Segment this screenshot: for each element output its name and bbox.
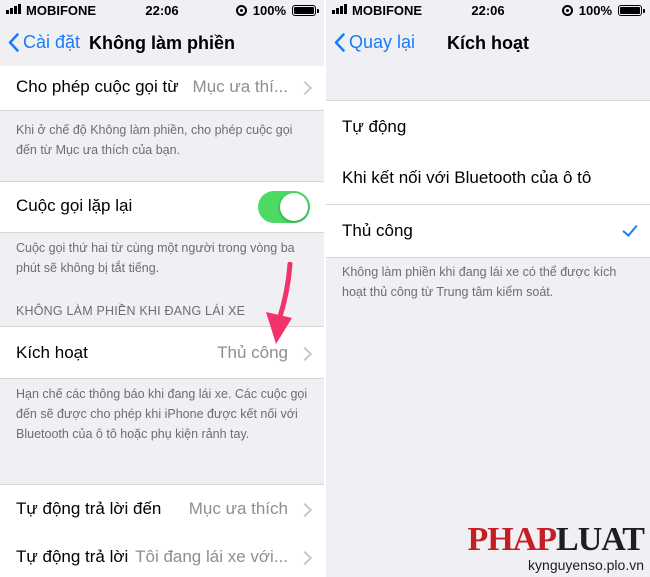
repeated-calls-label: Cuộc gọi lặp lại: [16, 196, 133, 215]
right-screen: MOBIFONE 22:06 100% Quay lại Kích hoạt T…: [326, 0, 650, 577]
allow-calls-label: Cho phép cuộc gọi từ: [16, 77, 179, 96]
auto-reply-to-label: Tự động trả lời đến: [16, 499, 162, 518]
nav-bar: Cài đặt Không làm phiền: [0, 22, 324, 66]
checkmark-icon: [622, 221, 638, 237]
watermark-logo-part: PHAP: [467, 521, 558, 558]
chevron-right-icon: [297, 80, 313, 96]
activate-footer: Hạn chế các thông báo khi đang lái xe. C…: [16, 387, 308, 441]
option-bluetooth[interactable]: Khi kết nối với Bluetooth của ô tô: [326, 153, 650, 205]
watermark-logo-part: LUAT: [556, 521, 645, 558]
driving-section-header: KHÔNG LÀM PHIỀN KHI ĐANG LÁI XE: [16, 304, 246, 318]
battery-icon: [292, 5, 319, 16]
activate-value: Thủ công: [217, 343, 288, 362]
repeated-calls-row: Cuộc gọi lặp lại: [0, 181, 324, 233]
allow-calls-footer: Khi ở chế độ Không làm phiền, cho phép c…: [16, 123, 293, 157]
option-label: Khi kết nối với Bluetooth của ô tô: [342, 168, 592, 187]
pink-arrow-annotation-icon: [266, 262, 293, 344]
battery-percent: 100%: [252, 3, 286, 18]
auto-reply-row[interactable]: Tự động trả lời Tôi đang lái xe với...: [0, 533, 324, 577]
nav-bar: Quay lại Kích hoạt: [326, 22, 650, 66]
auto-reply-value: Tôi đang lái xe với...: [135, 547, 288, 566]
option-manual[interactable]: Thủ công: [326, 205, 650, 258]
activate-options-footer: Không làm phiền khi đang lái xe có thể đ…: [342, 265, 617, 299]
toggle-knob: [280, 193, 308, 221]
allow-calls-row[interactable]: Cho phép cuộc gọi từ Mục ưa thí...: [0, 66, 324, 111]
option-label: Tự động: [342, 117, 407, 136]
option-automatic[interactable]: Tự động: [326, 100, 650, 154]
activate-label: Kích hoạt: [16, 343, 88, 362]
orientation-lock-icon: [561, 5, 573, 16]
battery-icon: [618, 5, 645, 16]
page-title: Không làm phiền: [89, 33, 235, 53]
repeated-calls-toggle[interactable]: [258, 191, 310, 223]
auto-reply-label: Tự động trả lời: [16, 547, 129, 566]
chevron-right-icon: [297, 502, 313, 518]
option-label: Thủ công: [342, 221, 413, 240]
chevron-right-icon: [297, 550, 313, 566]
battery-percent: 100%: [578, 3, 612, 18]
watermark: PHAPLUAT kynguyenso.plo.vn: [468, 523, 645, 574]
page-title: Kích hoạt: [446, 33, 529, 53]
orientation-lock-icon: [235, 5, 247, 16]
left-screen: MOBIFONE 22:06 100% Cài đặt Không làm ph…: [0, 0, 324, 577]
chevron-right-icon: [297, 346, 313, 362]
status-bar: MOBIFONE 22:06 100%: [326, 0, 650, 22]
status-bar: MOBIFONE 22:06 100%: [0, 0, 324, 22]
auto-reply-to-row[interactable]: Tự động trả lời đến Mục ưa thích: [0, 484, 324, 534]
watermark-url: kynguyenso.plo.vn: [528, 557, 644, 573]
watermark-logo: PHAPLUAT: [468, 523, 645, 557]
allow-calls-value: Mục ưa thí...: [192, 77, 288, 96]
auto-reply-to-value: Mục ưa thích: [188, 499, 288, 518]
